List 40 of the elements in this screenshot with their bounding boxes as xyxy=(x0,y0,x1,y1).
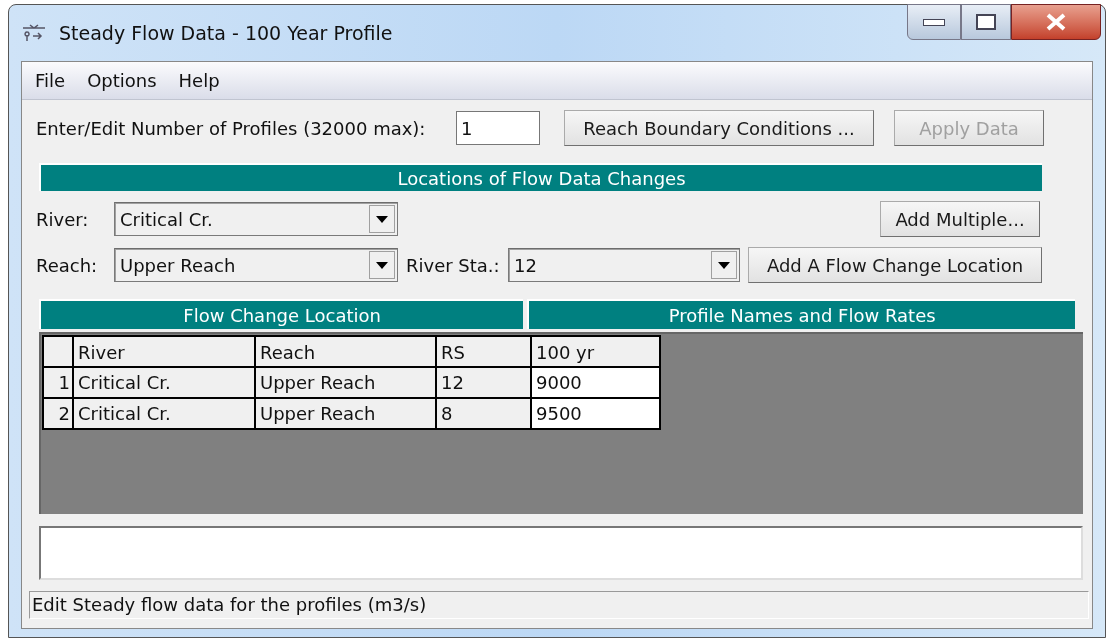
close-icon xyxy=(1045,13,1067,31)
menu-item[interactable]: Help xyxy=(178,67,220,94)
profiles-input[interactable]: 1 xyxy=(456,111,540,145)
menu-item[interactable]: Options xyxy=(87,67,157,94)
table-cell[interactable]: 9000 xyxy=(531,367,660,398)
column-header: Reach xyxy=(255,336,436,367)
status-bar: Edit Steady flow data for the profiles (m3/s) xyxy=(29,591,1089,619)
table-cell: Upper Reach xyxy=(255,367,436,398)
add-multiple-button[interactable]: Add Multiple... xyxy=(880,201,1040,237)
column-header: RS xyxy=(436,336,531,367)
table-cell[interactable]: 9500 xyxy=(531,398,660,429)
dropdown[interactable]: 12 xyxy=(508,248,740,282)
app-icon xyxy=(21,23,47,43)
minimize-button[interactable] xyxy=(907,4,961,40)
close-button[interactable] xyxy=(1011,4,1101,40)
row-number: 1 xyxy=(43,367,73,398)
field-label: River: xyxy=(36,207,90,232)
maximize-button[interactable] xyxy=(961,4,1011,40)
menu-item[interactable]: File xyxy=(35,67,66,94)
table-group-header: Flow Change Location xyxy=(39,299,524,329)
corner-cell xyxy=(43,336,73,367)
table-cell: Critical Cr. xyxy=(73,398,255,429)
window-title: Steady Flow Data - 100 Year Profile xyxy=(59,20,393,46)
table-cell: Critical Cr. xyxy=(73,367,255,398)
table-cell: Upper Reach xyxy=(255,398,436,429)
field-label: River Sta.: xyxy=(406,253,501,278)
add-location-button[interactable]: Add A Flow Change Location xyxy=(748,247,1042,283)
profiles-label: Enter/Edit Number of Profiles (32000 max): xyxy=(36,116,427,141)
notes-box[interactable] xyxy=(39,526,1083,580)
dropdown[interactable]: Critical Cr. xyxy=(114,202,398,236)
dropdown[interactable]: Upper Reach xyxy=(114,248,398,282)
column-header: 100 yr xyxy=(531,336,660,367)
section-header: Locations of Flow Data Changes xyxy=(39,163,1042,191)
field-label: Reach: xyxy=(36,253,99,278)
column-header: River xyxy=(73,336,255,367)
table-group-header: Profile Names and Flow Rates xyxy=(527,299,1075,329)
boundary-conditions-button[interactable]: Reach Boundary Conditions ... xyxy=(564,110,874,146)
restore-icon xyxy=(976,14,996,30)
row-number: 2 xyxy=(43,398,73,429)
minimize-icon xyxy=(923,18,945,26)
